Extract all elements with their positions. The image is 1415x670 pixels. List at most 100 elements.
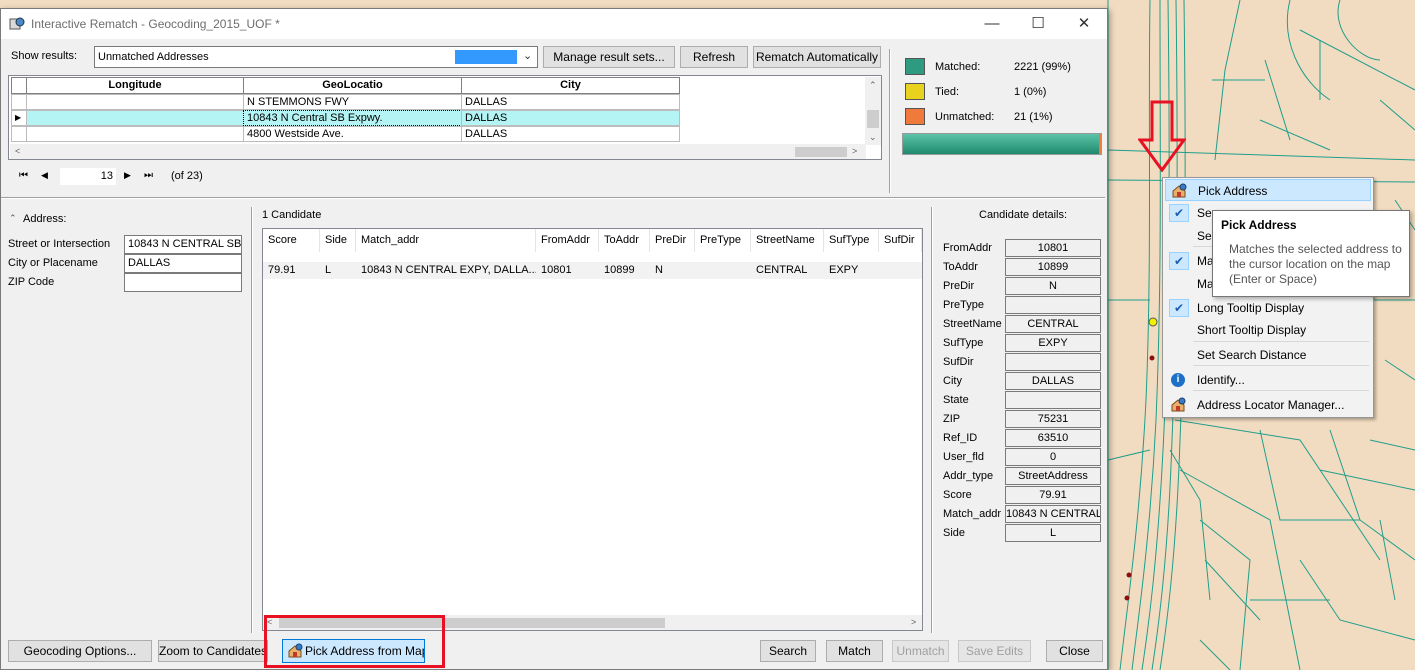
menu-separator: [1193, 365, 1369, 366]
collapse-chevron-icon[interactable]: ⌃: [9, 213, 17, 224]
scroll-up-icon[interactable]: ⌃: [869, 80, 877, 91]
detail-value[interactable]: 10843 N CENTRAL: [1005, 505, 1101, 523]
row-selector[interactable]: [11, 126, 27, 142]
detail-value[interactable]: 79.91: [1005, 486, 1101, 504]
last-record-icon[interactable]: ⏭: [144, 170, 153, 181]
detail-value[interactable]: [1005, 353, 1101, 371]
title-bar[interactable]: Interactive Rematch - Geocoding_2015_UOF…: [1, 9, 1107, 39]
table-cell-geolocatio[interactable]: 4800 Westside Ave.: [243, 126, 462, 142]
save-edits-button[interactable]: Save Edits: [958, 640, 1031, 662]
geocoding-options-button[interactable]: Geocoding Options...: [8, 640, 152, 662]
menu-item[interactable]: Set Search Distance: [1165, 344, 1371, 366]
first-record-icon[interactable]: ⏮: [19, 170, 28, 181]
detail-value[interactable]: 75231: [1005, 410, 1101, 428]
chevron-down-icon[interactable]: ⌄: [523, 48, 532, 64]
detail-value[interactable]: 10899: [1005, 258, 1101, 276]
table-cell-longitude[interactable]: [26, 94, 244, 110]
table-cell-geolocatio[interactable]: 10843 N Central SB Expwy.: [243, 110, 462, 126]
menu-item[interactable]: Address Locator Manager...: [1165, 394, 1371, 416]
horizontal-scroll-thumb[interactable]: [795, 147, 847, 157]
menu-item-label: Long Tooltip Display: [1197, 301, 1305, 315]
menu-item-label: Pick Address: [1198, 184, 1268, 198]
candidate-column-header[interactable]: Side: [320, 229, 356, 252]
detail-value[interactable]: StreetAddress: [1005, 467, 1101, 485]
candidate-column-header[interactable]: FromAddr: [536, 229, 599, 252]
detail-value[interactable]: CENTRAL: [1005, 315, 1101, 333]
horizontal-scrollbar[interactable]: [10, 144, 866, 159]
detail-label: Ref_ID: [943, 432, 978, 444]
column-header-longitude[interactable]: Longitude: [26, 77, 244, 94]
checkmark-icon: ✔: [1169, 204, 1189, 222]
table-cell-longitude[interactable]: [26, 110, 244, 126]
search-button[interactable]: Search: [760, 640, 816, 662]
zip-code-field[interactable]: [124, 273, 242, 292]
match-button[interactable]: Match: [826, 640, 883, 662]
row-selector[interactable]: [11, 94, 27, 110]
next-record-icon[interactable]: ▶: [124, 170, 131, 181]
close-button[interactable]: Close: [1046, 640, 1103, 662]
matched-label: Matched:: [935, 61, 981, 73]
candidate-cell: N: [655, 264, 663, 276]
candidate-column-header[interactable]: StreetName: [751, 229, 824, 252]
street-intersection-field[interactable]: 10843 N CENTRAL SB E: [124, 235, 242, 254]
row-selector-current[interactable]: ▶: [11, 110, 27, 126]
refresh-button[interactable]: Refresh: [680, 46, 748, 68]
maximize-icon[interactable]: ☐: [1015, 9, 1061, 39]
detail-value[interactable]: EXPY: [1005, 334, 1101, 352]
candidate-column-header[interactable]: Score: [263, 229, 320, 252]
scroll-left-icon[interactable]: <: [15, 146, 20, 156]
tied-label: Tied:: [935, 86, 960, 98]
table-cell-longitude[interactable]: [26, 126, 244, 142]
menu-item[interactable]: Short Tooltip Display: [1165, 319, 1371, 341]
manage-result-sets-button[interactable]: Manage result sets...: [543, 46, 675, 68]
detail-label: Match_addr: [943, 508, 1002, 520]
city-placename-field[interactable]: DALLAS: [124, 254, 242, 273]
close-window-icon[interactable]: ✕: [1061, 9, 1107, 39]
candidate-row[interactable]: 79.91 L 10843 N CENTRAL EXPY, DALLA... 1…: [263, 262, 922, 279]
column-header-city[interactable]: City: [461, 77, 680, 94]
candidate-cell: [695, 262, 751, 279]
detail-value[interactable]: 10801: [1005, 239, 1101, 257]
detail-value[interactable]: DALLAS: [1005, 372, 1101, 390]
detail-value[interactable]: 0: [1005, 448, 1101, 466]
table-cell-city[interactable]: DALLAS: [461, 110, 680, 126]
candidate-column-header[interactable]: PreType: [695, 229, 751, 252]
candidates-table[interactable]: Score Side Match_addr FromAddr ToAddr Pr…: [262, 228, 923, 631]
show-results-dropdown[interactable]: Unmatched Addresses ⌄: [94, 46, 538, 68]
show-results-value: Unmatched Addresses: [98, 51, 209, 63]
detail-value[interactable]: [1005, 391, 1101, 409]
detail-value[interactable]: 63510: [1005, 429, 1101, 447]
table-cell-geolocatio[interactable]: N STEMMONS FWY: [243, 94, 462, 110]
candidate-column-header[interactable]: PreDir: [650, 229, 695, 252]
unmatch-button[interactable]: Unmatch: [892, 640, 949, 662]
detail-value[interactable]: [1005, 296, 1101, 314]
previous-record-icon[interactable]: ◀: [41, 170, 48, 181]
candidate-column-header[interactable]: SufDir: [879, 229, 922, 252]
matched-swatch: [905, 58, 925, 75]
candidate-column-header[interactable]: SufType: [824, 229, 879, 252]
candidate-column-header[interactable]: ToAddr: [599, 229, 650, 252]
minimize-icon[interactable]: —: [969, 9, 1015, 39]
candidate-column-header[interactable]: Match_addr: [356, 229, 536, 252]
detail-value[interactable]: L: [1005, 524, 1101, 542]
menu-item[interactable]: ✔ Long Tooltip Display: [1165, 297, 1371, 319]
menu-item[interactable]: i Identify...: [1165, 369, 1371, 391]
section-separator: [1, 197, 1105, 199]
column-header-geolocatio[interactable]: GeoLocatio: [243, 77, 462, 94]
table-cell-city[interactable]: DALLAS: [461, 126, 680, 142]
detail-value[interactable]: N: [1005, 277, 1101, 295]
pick-address-icon: [1172, 183, 1187, 198]
candidate-cell: 10801: [541, 264, 572, 276]
candidate-cell: [879, 262, 922, 279]
scroll-right-icon[interactable]: >: [852, 146, 857, 156]
vertical-scroll-thumb[interactable]: [867, 110, 879, 128]
table-cell-city[interactable]: DALLAS: [461, 94, 680, 110]
menu-item[interactable]: Pick Address: [1165, 179, 1371, 201]
rematch-automatically-button[interactable]: Rematch Automatically: [753, 46, 881, 68]
zoom-to-candidates-button[interactable]: Zoom to Candidates: [158, 640, 268, 662]
record-number-input[interactable]: 13: [59, 167, 117, 186]
results-table[interactable]: Longitude GeoLocatio City N STEMMONS FWY…: [8, 75, 882, 160]
scroll-right-icon[interactable]: >: [911, 617, 916, 627]
candidate-details-panel: Candidate details: FromAddr 10801 ToAddr 10…: [933, 207, 1105, 542]
scroll-down-icon[interactable]: ⌄: [869, 132, 877, 143]
